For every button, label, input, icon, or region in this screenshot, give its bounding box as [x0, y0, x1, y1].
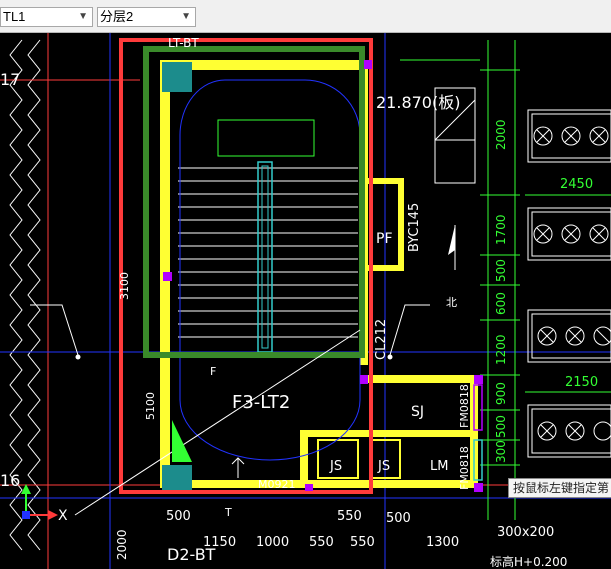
- layer-select[interactable]: TL1 ▼: [0, 7, 93, 27]
- pipe-label: CL212: [374, 319, 389, 360]
- dim-bottom-550c: 550: [337, 509, 362, 524]
- leader-line: [389, 304, 430, 356]
- floor-select-value: 分层2: [100, 9, 134, 24]
- fm-label-2: FM0818: [458, 446, 471, 490]
- column: [162, 465, 192, 490]
- dim-vert-5100: 5100: [144, 392, 157, 420]
- dim-bottom-500c: 500: [386, 511, 411, 526]
- dim-600: 600: [494, 292, 508, 315]
- dim-3100: 3100: [118, 272, 131, 300]
- dim-1700: 1700: [494, 214, 508, 245]
- dim-2150: 2150: [565, 375, 598, 390]
- dim-bottom-1000: 1000: [256, 535, 289, 550]
- chevron-down-icon[interactable]: ▼: [78, 8, 88, 26]
- dim-bottom-1150: 1150: [203, 535, 236, 550]
- f-label: F: [210, 365, 216, 378]
- fm-label-1: FM0818: [458, 384, 471, 428]
- axis-label-x: X: [58, 508, 68, 524]
- byc-label: BYC145: [407, 203, 422, 252]
- component-label: F3-LT2: [232, 392, 290, 413]
- leader-dot: [75, 354, 81, 360]
- stair-handrail-inner: [261, 165, 269, 349]
- dim-bottom-2000: 2000: [115, 529, 129, 560]
- zigzag-boundary-2: [27, 39, 41, 551]
- floor-select[interactable]: 分层2 ▼: [97, 7, 196, 27]
- chevron-down-icon[interactable]: ▼: [181, 8, 191, 26]
- dim-2000: 2000: [494, 119, 508, 150]
- dim-300a: 300: [494, 440, 508, 463]
- selection-green-box: [143, 46, 365, 358]
- equipment-row-3: [527, 309, 611, 363]
- axis-label-17: 17: [0, 70, 20, 89]
- axis-label-16: 16: [0, 471, 20, 490]
- toolbar: TL1 ▼ 分层2 ▼: [0, 0, 611, 33]
- dim-bottom-500: 500: [166, 509, 191, 524]
- dim-bottom-550b: 550: [350, 535, 375, 550]
- dim-900: 900: [494, 382, 508, 405]
- leader-line: [30, 304, 79, 356]
- level-label: 标高H+0.200: [490, 554, 567, 569]
- equipment-row-1: [527, 109, 611, 163]
- selection-red-box: [119, 38, 373, 494]
- north-label: 北: [446, 296, 457, 309]
- dim-bottom-550a: 550: [309, 535, 334, 550]
- lm-label: LM: [430, 459, 448, 474]
- layer-select-value: TL1: [3, 9, 26, 24]
- stair-walls: [160, 60, 478, 488]
- dim-1200: 1200: [494, 334, 508, 365]
- column: [162, 62, 192, 92]
- js-label-1: JS: [329, 459, 342, 474]
- pf-label: PF: [376, 231, 393, 247]
- landing-outline: [217, 119, 315, 157]
- equipment-row-2: [527, 207, 611, 261]
- north-arrow-icon: [448, 225, 455, 255]
- top-partial-label: LT-BT: [168, 36, 199, 50]
- door-label: M0921: [258, 478, 296, 491]
- elevation-label: 21.870(板): [376, 93, 460, 112]
- equipment-row-4: [527, 404, 611, 458]
- dim-500a: 500: [494, 259, 508, 282]
- beam-label: 300x200: [497, 525, 554, 540]
- dim-2450: 2450: [560, 177, 593, 192]
- t-label: T: [224, 506, 232, 519]
- dim-500b: 500: [494, 415, 508, 438]
- dim-bottom-1300: 1300: [426, 535, 459, 550]
- cursor-tooltip: 按鼠标左键指定第: [508, 478, 611, 498]
- sj-label: SJ: [411, 404, 424, 420]
- js-label-2: JS: [377, 459, 390, 474]
